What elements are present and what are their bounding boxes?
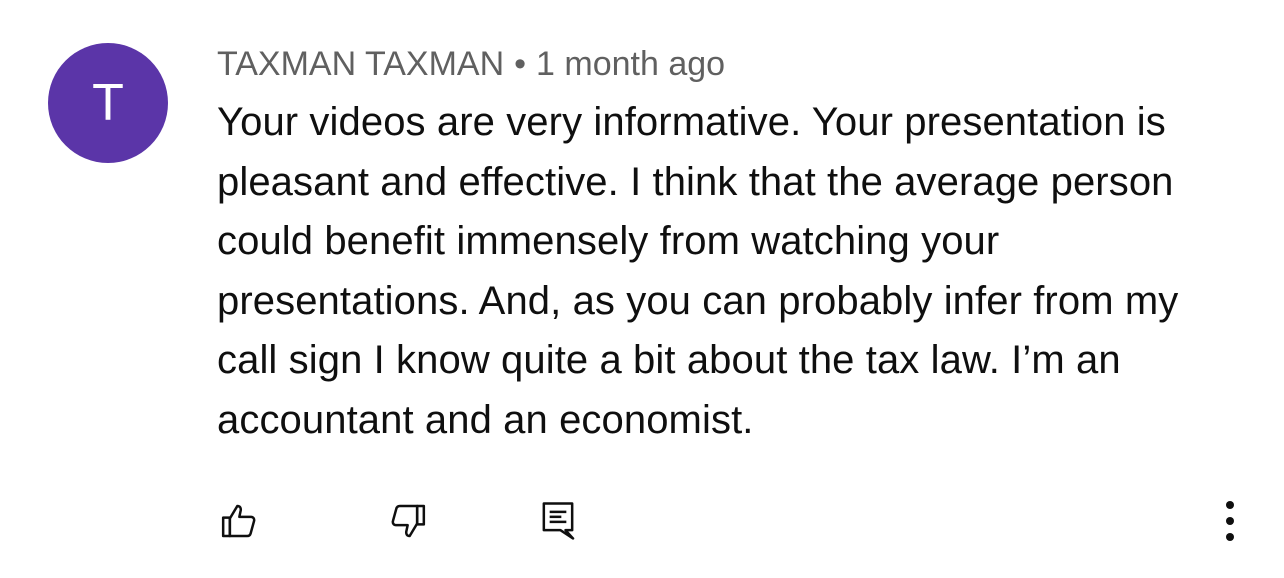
avatar-initial: T bbox=[92, 74, 124, 132]
comment-meta: TAXMAN TAXMAN • 1 month ago bbox=[217, 44, 725, 84]
thumbs-up-icon bbox=[219, 501, 259, 541]
avatar[interactable]: T bbox=[48, 43, 168, 163]
more-options-button[interactable] bbox=[1202, 493, 1258, 549]
reply-button[interactable] bbox=[530, 493, 586, 549]
comment-timestamp[interactable]: 1 month ago bbox=[536, 45, 725, 83]
more-vertical-icon bbox=[1224, 499, 1236, 543]
like-button[interactable] bbox=[211, 493, 267, 549]
author-name[interactable]: TAXMAN TAXMAN bbox=[217, 45, 504, 83]
comment-item: T TAXMAN TAXMAN • 1 month ago Your videos … bbox=[0, 0, 1284, 578]
meta-separator: • bbox=[514, 45, 527, 83]
dislike-button[interactable] bbox=[380, 493, 436, 549]
reply-comment-icon bbox=[538, 499, 578, 543]
comment-text: Your videos are very informative. Your p… bbox=[217, 100, 1179, 442]
thumbs-down-icon bbox=[388, 501, 428, 541]
